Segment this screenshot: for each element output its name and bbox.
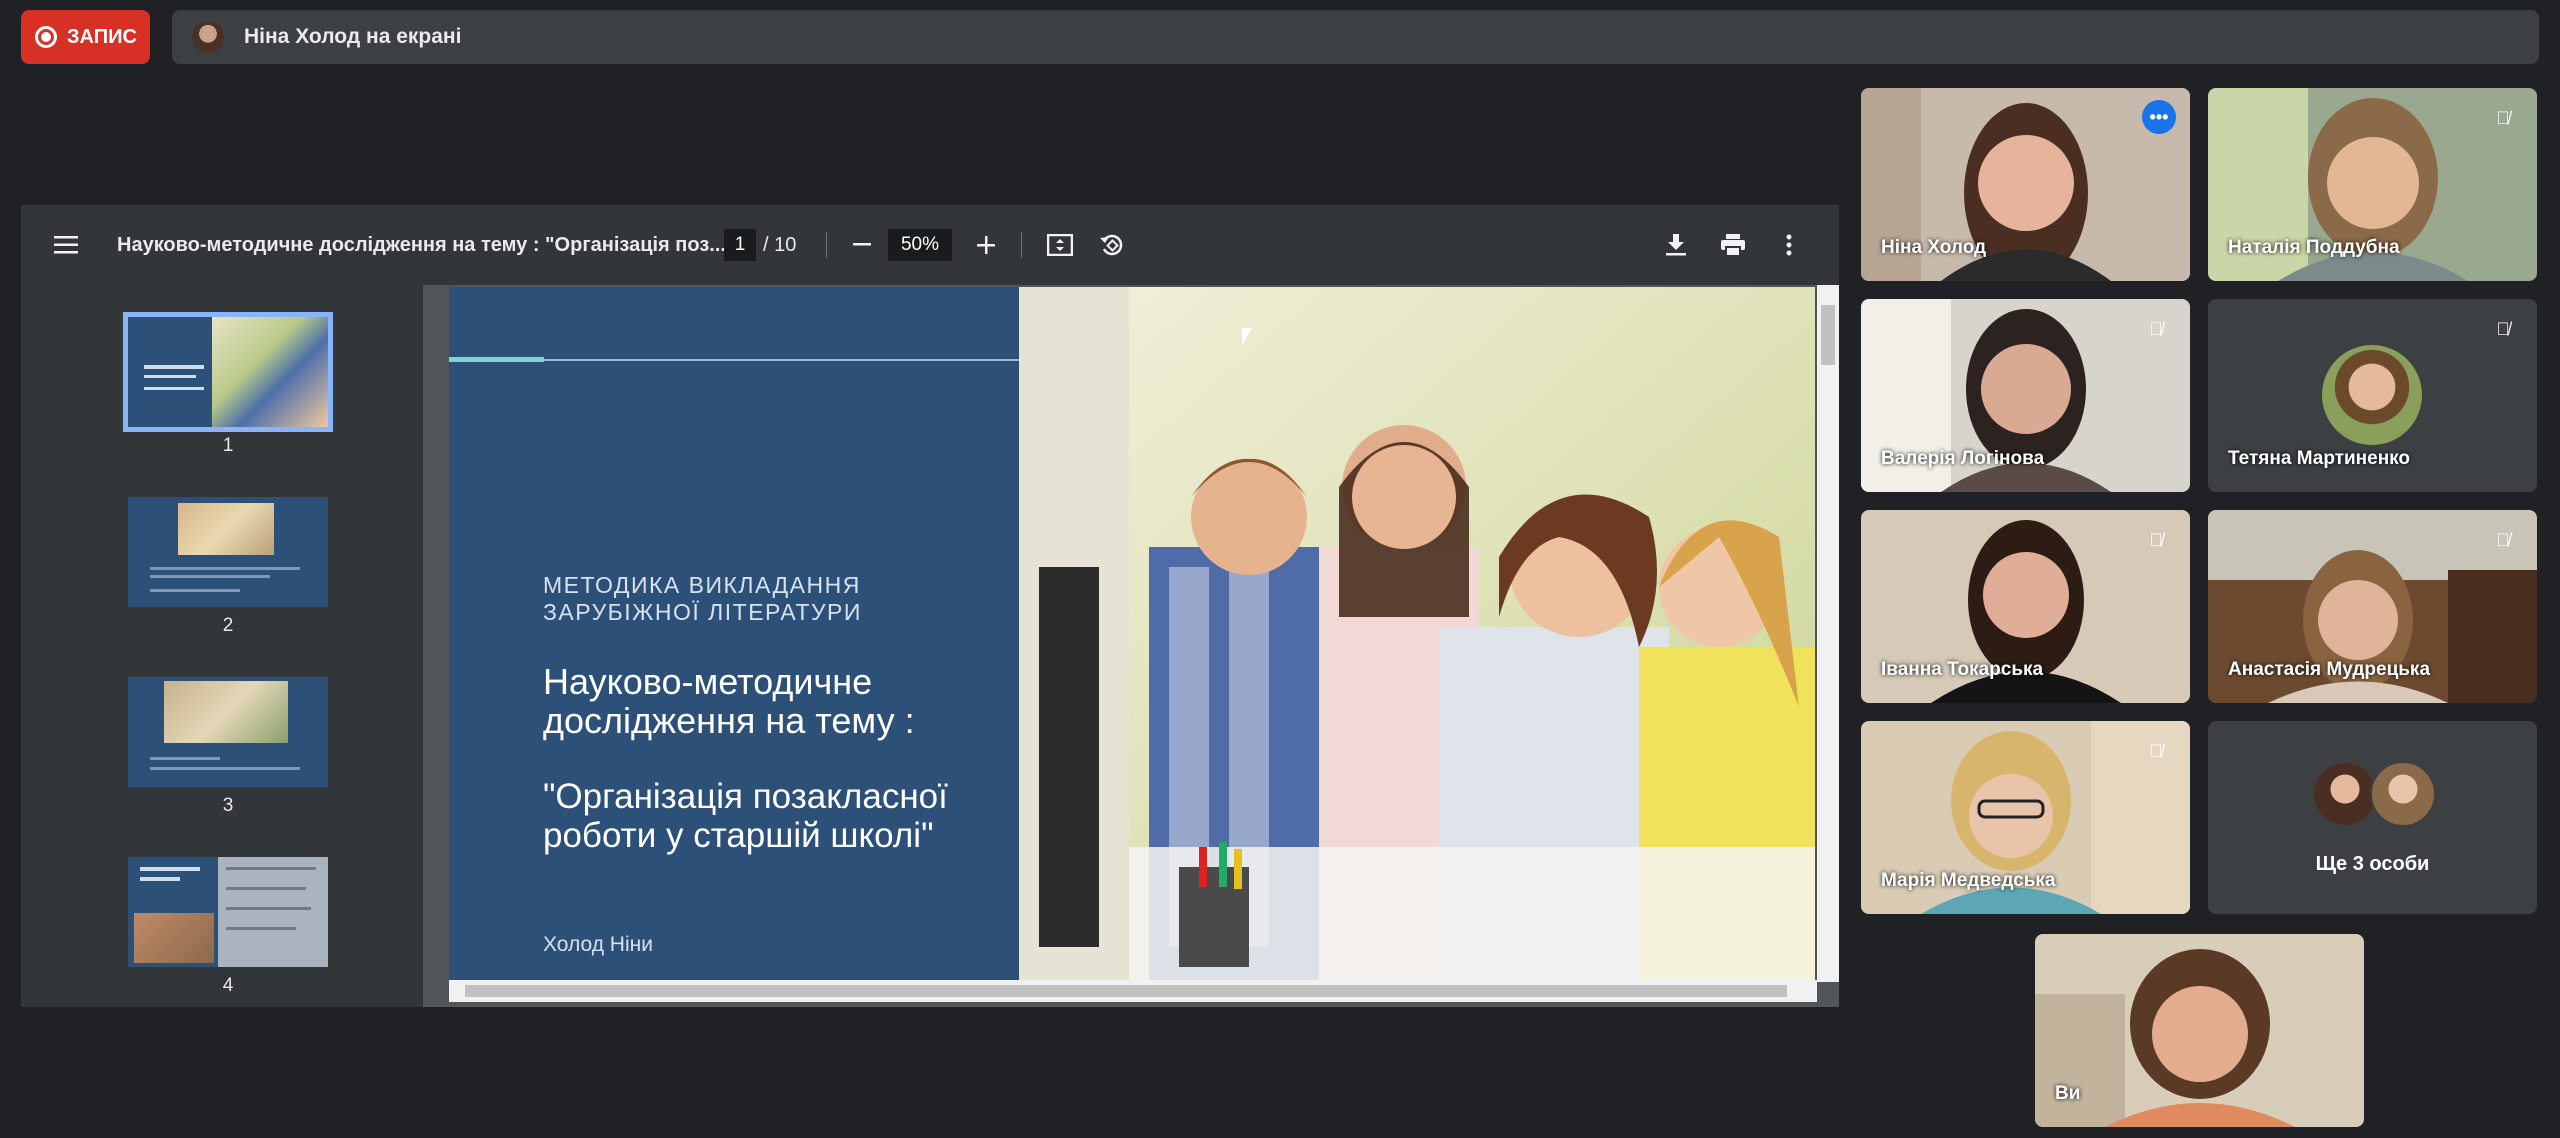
slide-text-panel: МЕТОДИКА ВИКЛАДАННЯ ЗАРУБІЖНОЇ ЛІТЕРАТУР… xyxy=(449,287,1019,980)
page-total: / 10 xyxy=(763,233,797,256)
slide-title: Науково-методичне дослідження на тему : xyxy=(543,661,915,741)
slide-page-1: МЕТОДИКА ВИКЛАДАННЯ ЗАРУБІЖНОЇ ЛІТЕРАТУР… xyxy=(449,287,1815,980)
more-participants-tile[interactable]: Ще 3 особи xyxy=(2208,721,2537,914)
download-icon[interactable] xyxy=(1661,230,1691,260)
thumbnail-number: 4 xyxy=(222,975,234,996)
participant-name: Ніна Холод xyxy=(1881,237,1987,258)
thumbnail-image xyxy=(123,312,333,432)
slide-photo xyxy=(1019,287,1815,980)
mic-off-icon: 🎙̸ xyxy=(2496,107,2510,128)
participant-tile[interactable]: 🎙̸ Валерія Логінова xyxy=(1861,299,2190,492)
thumbnail-image xyxy=(128,677,328,787)
toolbar-divider xyxy=(826,232,827,258)
participant-name: Валерія Логінова xyxy=(1881,448,2045,469)
document-horizontal-scrollbar[interactable] xyxy=(449,980,1817,1002)
participant-tile[interactable]: 🎙̸ Марія Медведська xyxy=(1861,721,2190,914)
document-vertical-scrollbar[interactable] xyxy=(1817,285,1839,982)
record-label: ЗАПИС xyxy=(67,25,137,48)
document-area: МЕТОДИКА ВИКЛАДАННЯ ЗАРУБІЖНОЇ ЛІТЕРАТУР… xyxy=(423,285,1839,1007)
record-indicator[interactable]: ЗАПИС xyxy=(21,10,150,64)
pdf-title: Науково-методичне дослідження на тему : … xyxy=(117,233,726,256)
more-options-icon[interactable]: ••• xyxy=(2142,100,2176,134)
participant-name: Наталія Поддубна xyxy=(2228,237,2400,258)
thumbnail-number: 1 xyxy=(222,435,234,456)
fit-page-icon[interactable] xyxy=(1045,230,1075,260)
thumbnail-sidebar: 1 2 3 4 xyxy=(21,285,421,1007)
thumbnail-page-1[interactable]: 1 xyxy=(123,312,333,457)
page-number-input[interactable]: 1 xyxy=(724,229,756,261)
presenter-text: Ніна Холод на екрані xyxy=(244,25,462,48)
mic-off-icon: 🎙̸ xyxy=(2149,529,2163,550)
mic-off-icon: 🎙̸ xyxy=(2149,740,2163,761)
more-participants-label: Ще 3 особи xyxy=(2315,853,2430,875)
pdf-toolbar: Науково-методичне дослідження на тему : … xyxy=(21,205,1839,285)
self-view-tile[interactable]: Ви xyxy=(2035,934,2364,1127)
participant-name: Анастасія Мудрецька xyxy=(2228,659,2431,680)
pdf-viewer: Науково-методичне дослідження на тему : … xyxy=(21,205,1839,1007)
thumbnail-page-3[interactable]: 3 xyxy=(123,677,333,817)
menu-icon[interactable] xyxy=(51,230,81,260)
presenter-banner: Ніна Холод на екрані xyxy=(172,10,2539,64)
mic-off-icon: 🎙̸ xyxy=(2149,318,2163,339)
zoom-out-icon[interactable] xyxy=(847,230,877,260)
toolbar-divider xyxy=(1021,232,1022,258)
participant-tile[interactable]: 🎙̸ Анастасія Мудрецька xyxy=(2208,510,2537,703)
print-icon[interactable] xyxy=(1718,230,1748,260)
thumbnail-image xyxy=(128,857,328,967)
more-options-icon[interactable] xyxy=(1774,230,1804,260)
participant-name: Ви xyxy=(2055,1083,2081,1104)
thumbnail-number: 3 xyxy=(222,795,234,816)
thumbnail-image xyxy=(128,497,328,607)
avatar xyxy=(2312,761,2378,827)
participant-name: Марія Медведська xyxy=(1881,870,2056,891)
rotate-icon[interactable] xyxy=(1097,230,1127,260)
thumbnail-number: 2 xyxy=(222,615,234,636)
slide-author: Холод Ніни xyxy=(543,933,653,956)
mic-off-icon: 🎙̸ xyxy=(2496,529,2510,550)
slide-subtitle: МЕТОДИКА ВИКЛАДАННЯ ЗАРУБІЖНОЇ ЛІТЕРАТУР… xyxy=(543,572,862,625)
participant-tile[interactable]: 🎙̸ Іванна Токарська xyxy=(1861,510,2190,703)
participant-tile[interactable]: 🎙̸ Наталія Поддубна xyxy=(2208,88,2537,281)
zoom-input[interactable]: 50% xyxy=(888,229,952,261)
thumbnail-page-4[interactable]: 4 xyxy=(123,857,333,997)
avatar xyxy=(2322,345,2422,445)
presenter-avatar xyxy=(192,21,224,53)
record-icon xyxy=(35,26,57,48)
avatar xyxy=(2370,761,2436,827)
mouse-cursor xyxy=(1242,328,1252,346)
mic-off-icon: 🎙̸ xyxy=(2496,318,2510,339)
participant-name: Тетяна Мартиненко xyxy=(2228,448,2411,469)
zoom-in-icon[interactable] xyxy=(971,230,1001,260)
participant-name: Іванна Токарська xyxy=(1881,659,2044,680)
slide-topic: "Організація позакласної роботи у старші… xyxy=(543,777,948,855)
participant-tile[interactable]: 🎙̸ Тетяна Мартиненко xyxy=(2208,299,2537,492)
thumbnail-page-2[interactable]: 2 xyxy=(123,497,333,637)
participant-tile[interactable]: ••• Ніна Холод xyxy=(1861,88,2190,281)
